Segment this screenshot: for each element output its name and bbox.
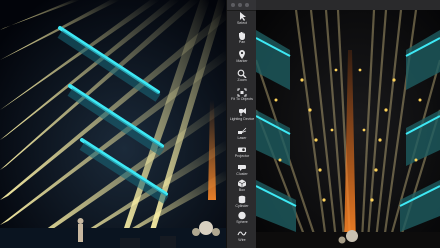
fit-objects-icon <box>236 88 248 97</box>
tool-projector[interactable]: Projector <box>227 145 257 158</box>
tool-label: Wire <box>238 238 246 242</box>
tool-label: Sphere <box>236 220 248 224</box>
tool-label: Laser <box>237 136 247 140</box>
viewport-right[interactable] <box>256 10 440 248</box>
tool-wire[interactable]: Wire <box>227 229 257 242</box>
tool-label: Lighting Device <box>229 117 255 121</box>
cursor-icon <box>236 12 248 21</box>
tool-fit-to-objects[interactable]: Fit To Objects <box>227 88 257 101</box>
tool-sphere[interactable]: Sphere <box>227 211 257 224</box>
tool-label: Select <box>237 21 247 25</box>
tool-zoom[interactable]: Zoom <box>227 69 257 82</box>
magnifier-icon <box>236 69 248 78</box>
marker-icon <box>236 50 248 59</box>
tool-label: Projector <box>234 154 250 158</box>
wire-icon <box>236 229 248 238</box>
laser-icon <box>236 127 248 136</box>
tool-cluster[interactable]: Cluster <box>227 163 257 176</box>
tool-marker[interactable]: Marker <box>227 50 257 63</box>
tool-laser[interactable]: Laser <box>227 127 257 140</box>
tool-lighting-device[interactable]: Lighting Device <box>227 108 257 121</box>
viewport-left[interactable] <box>0 0 226 248</box>
close-button[interactable] <box>231 3 235 7</box>
stage-floor <box>0 228 226 248</box>
stage-render-left <box>0 0 226 248</box>
tool-box[interactable]: Box <box>227 179 257 192</box>
tool-label: Cylinder <box>235 204 249 208</box>
tool-label: Pan <box>238 40 246 44</box>
minimize-button[interactable] <box>238 3 242 7</box>
box-icon <box>236 179 248 188</box>
projector-icon <box>236 145 248 154</box>
lighting-device-icon <box>236 108 248 117</box>
palette-titlebar <box>227 0 257 11</box>
cylinder-icon <box>236 195 248 204</box>
stage-render-right <box>256 10 440 248</box>
zoom-button[interactable] <box>245 3 249 7</box>
tool-label: Marker <box>236 59 248 63</box>
tool-label: Box <box>238 188 246 192</box>
tool-cylinder[interactable]: Cylinder <box>227 195 257 208</box>
tool-pan[interactable]: Pan <box>227 31 257 44</box>
tool-select[interactable]: Select <box>227 12 257 25</box>
tool-label: Fit To Objects <box>231 97 253 101</box>
tool-palette: Select Pan Marker Zoom Fit To Objects Li… <box>226 0 258 248</box>
hand-icon <box>236 31 248 40</box>
cluster-icon <box>236 163 248 172</box>
performer <box>77 218 84 242</box>
tool-label: Zoom <box>237 78 247 82</box>
sphere-icon <box>236 211 248 220</box>
tool-label: Cluster <box>236 172 248 176</box>
